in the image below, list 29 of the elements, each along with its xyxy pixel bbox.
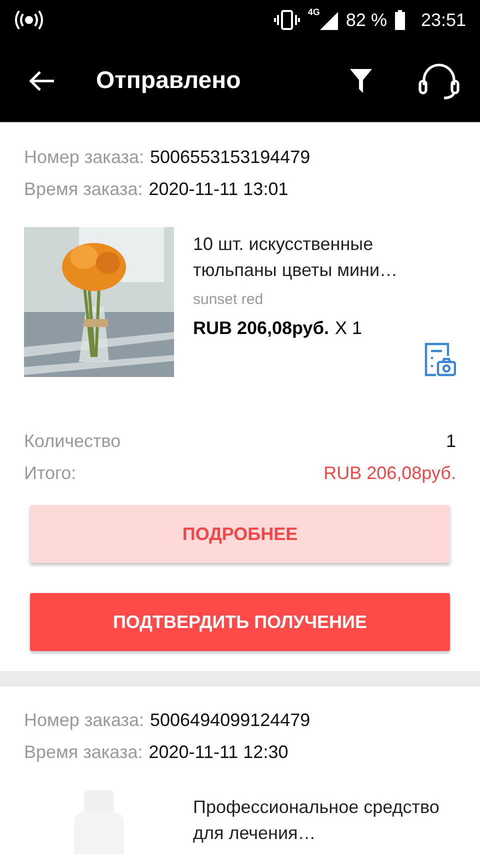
summary-label: Количество: [24, 430, 121, 453]
order-time-label: Время заказа:: [24, 178, 143, 201]
clock: 23:51: [420, 10, 466, 30]
product-title[interactable]: Профессиональное средство для лечения…: [193, 794, 456, 846]
order-number-label: Номер заказа:: [24, 709, 144, 732]
screen-title: Отправлено: [96, 67, 242, 95]
battery-percent: 82 %: [346, 10, 387, 30]
order-time-label: Время заказа:: [24, 741, 143, 764]
summary-value: 1: [446, 430, 456, 453]
order-number: 5006494099124479: [150, 709, 310, 732]
battery-icon: [394, 10, 405, 30]
network-type: 4G: [308, 7, 320, 17]
order-time: 2020-11-11 12:30: [148, 741, 288, 764]
order-number-label: Номер заказа:: [24, 146, 144, 169]
summary-value: RUB 206,08руб.: [324, 462, 456, 485]
product-title[interactable]: 10 шт. искусственные тюльпаны цветы мини…: [193, 231, 456, 283]
photo-document-icon[interactable]: [422, 342, 456, 378]
hotspot-icon: [14, 10, 44, 30]
headset-icon[interactable]: [418, 61, 460, 101]
product-price: RUB 206,08руб.: [193, 318, 329, 339]
filter-icon[interactable]: [350, 69, 372, 93]
order-number: 5006553153194479: [150, 146, 310, 169]
order-time: 2020-11-11 13:01: [148, 178, 288, 201]
back-arrow-icon[interactable]: [28, 69, 56, 93]
vibrate-icon: [274, 9, 300, 31]
summary-label: Итого:: [24, 462, 76, 485]
product-variant: sunset red: [193, 291, 264, 308]
signal-icon: [318, 10, 338, 30]
product-quantity: X 1: [334, 318, 362, 339]
